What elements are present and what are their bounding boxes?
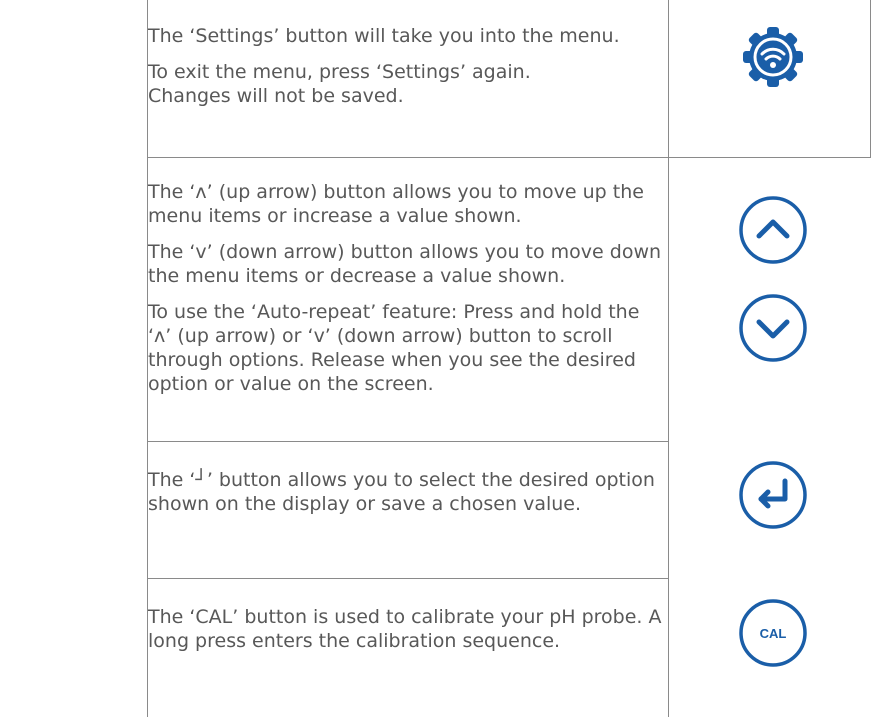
cal-button-description: The ‘CAL’ button is used to calibrate yo…: [148, 605, 668, 665]
enter-button-description: The ‘┘’ button allows you to select the …: [148, 468, 668, 528]
paragraph: The ‘Settings’ button will take you into…: [148, 25, 620, 47]
paragraph: The ‘┘’ button allows you to select the …: [148, 469, 655, 515]
paragraph: The ‘CAL’ button is used to calibrate yo…: [148, 606, 662, 652]
arrow-buttons-description: The ‘ʌ’ (up arrow) button allows you to …: [148, 180, 668, 408]
paragraph: To use the ‘Auto-repeat’ feature: Press …: [148, 301, 640, 395]
row-divider-2: [147, 441, 669, 442]
settings-description: The ‘Settings’ button will take you into…: [148, 24, 668, 120]
enter-icon-cell: [668, 442, 870, 578]
arrow-icons-cell: [668, 158, 870, 441]
chevron-down-icon[interactable]: [737, 292, 809, 364]
settings-icon-cell: [668, 0, 870, 157]
paragraph: The ‘v’ (down arrow) button allows you t…: [148, 241, 662, 287]
settings-icon[interactable]: [733, 17, 813, 97]
cal-label: CAL: [760, 626, 787, 641]
cal-icon-cell: CAL: [668, 579, 870, 717]
chevron-up-icon[interactable]: [737, 194, 809, 266]
paragraph: The ‘ʌ’ (up arrow) button allows you to …: [148, 181, 644, 227]
paragraph: To exit the menu, press ‘Settings’ again…: [148, 61, 531, 107]
row-divider-3: [147, 578, 669, 579]
cal-button-icon[interactable]: CAL: [737, 597, 809, 669]
enter-icon[interactable]: [737, 459, 809, 531]
